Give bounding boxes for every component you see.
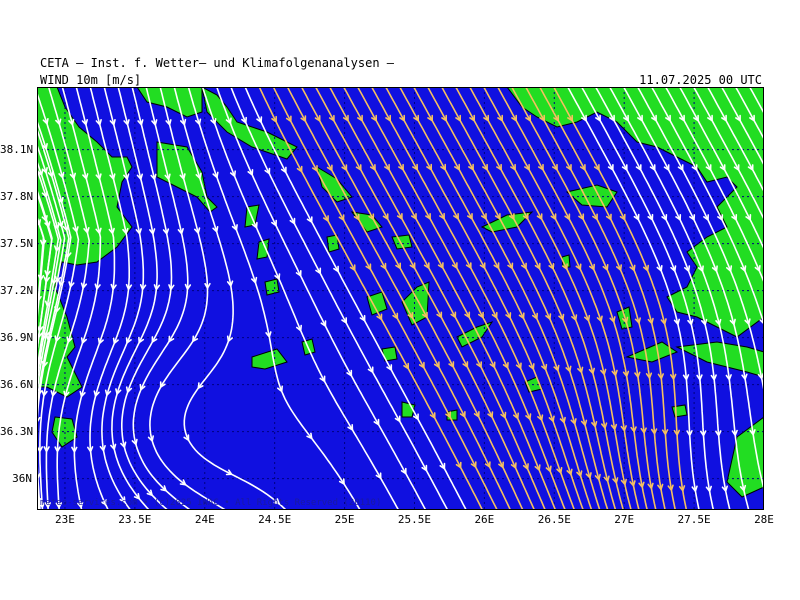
lon-tick-label: 23.5E — [118, 513, 152, 526]
lon-tick-label: 27E — [614, 513, 635, 526]
lon-tick-label: 28E — [754, 513, 774, 526]
map-source-title: CETA — Inst. f. Wetter— und Klimafolgena… — [40, 56, 395, 70]
lat-tick-label: 38.1N — [0, 142, 34, 156]
lat-tick-label: 37.2N — [0, 283, 34, 297]
lon-tick-label: 23E — [55, 513, 75, 526]
copyright-credit: meteo-services.com • (c)2025 IWAC • All … — [40, 498, 382, 508]
lon-tick-label: 26E — [474, 513, 495, 526]
lon-tick-label: 24.5E — [258, 513, 292, 526]
lon-tick-label: 27.5E — [677, 513, 711, 526]
lon-tick-label: 24E — [194, 513, 215, 526]
lat-tick-label: 36.3N — [0, 424, 34, 438]
lon-tick-label: 25E — [334, 513, 355, 526]
lon-tick-label: 26.5E — [537, 513, 571, 526]
lat-tick-label: 36.6N — [0, 377, 34, 391]
lat-tick-label: 36N — [12, 471, 32, 485]
map-frame — [37, 87, 764, 510]
valid-time-label: 11.07.2025 00 UTC — [639, 73, 762, 87]
lon-tick-label: 25.5E — [397, 513, 432, 526]
lat-tick-label: 37.8N — [0, 189, 34, 203]
lat-tick-label: 37.5N — [0, 236, 34, 250]
lat-tick-label: 36.9N — [0, 330, 34, 344]
variable-label: WIND 10m [m/s] — [40, 73, 142, 87]
